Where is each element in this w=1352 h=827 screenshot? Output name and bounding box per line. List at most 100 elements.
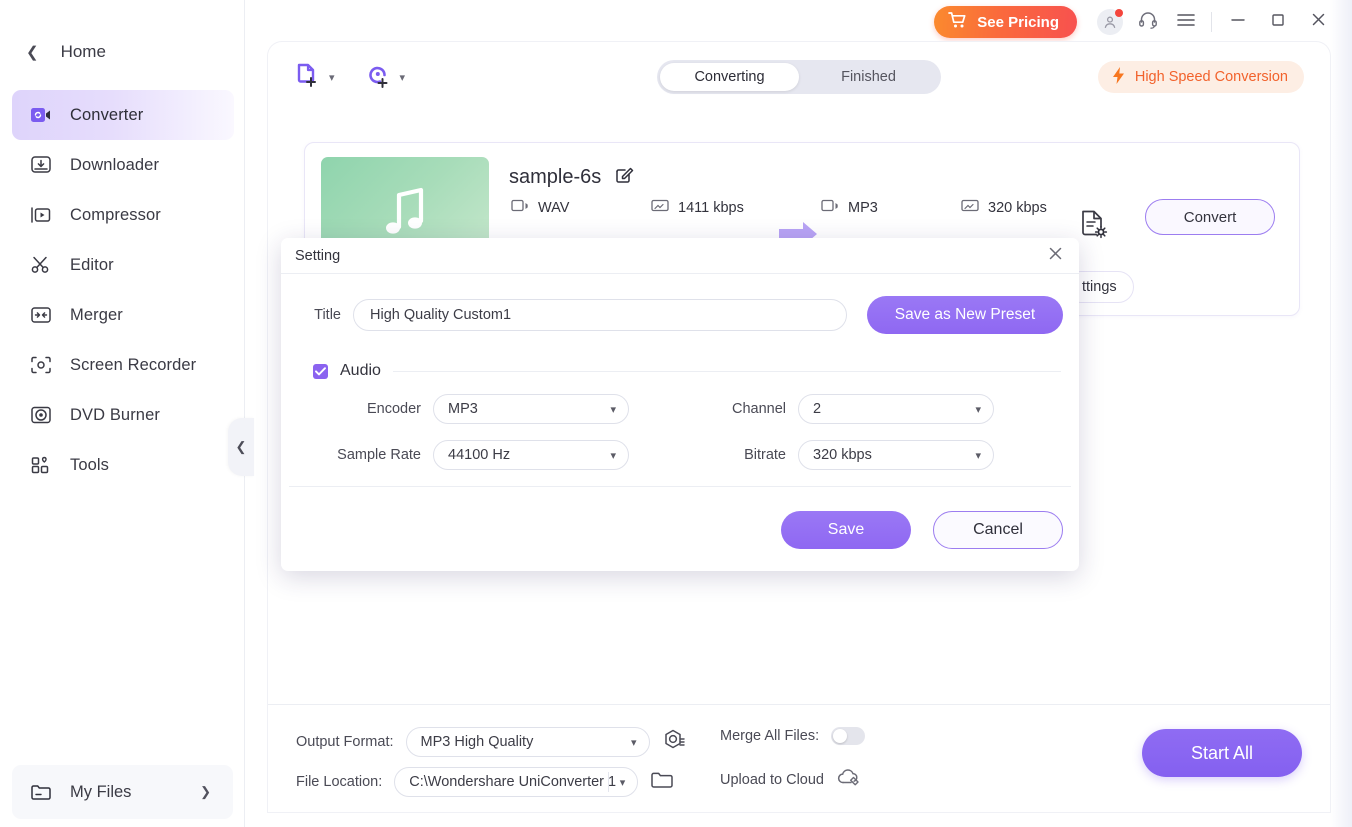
sidebar: ❮ Home Converter Downloader Compressor E… [0,0,245,827]
sample-rate-select[interactable]: 44100 Hz ▾ [433,440,629,470]
dialog-actions: Save Cancel [781,511,1063,549]
settings-pill-label: ttings [1082,279,1117,295]
output-format-select[interactable]: MP3 High Quality ▾ [405,727,650,757]
add-disc-button[interactable]: ▾ [365,61,405,94]
file-location-select[interactable]: C:\Wondershare UniConverter 1 ▾ [394,767,639,797]
sidebar-item-merger[interactable]: Merger [12,290,234,340]
chevron-down-icon: ▾ [630,736,637,749]
sidebar-item-tools[interactable]: Tools [12,440,234,490]
maximize-button[interactable] [1258,3,1298,41]
sidebar-item-label: Downloader [70,155,160,174]
channel-field: Channel 2 ▾ [662,394,1037,424]
home-nav[interactable]: ❮ Home [0,30,244,74]
encoder-select[interactable]: MP3 ▾ [433,394,629,424]
sample-rate-label: Sample Rate [337,447,421,463]
chevron-down-icon: ▾ [329,71,335,84]
app-window: ❮ Home Converter Downloader Compressor E… [0,0,1352,827]
audio-section-label: Audio [340,362,381,379]
video-box-icon [511,199,529,216]
start-all-label: Start All [1190,742,1254,763]
maximize-icon [1270,12,1286,33]
sidebar-item-label: DVD Burner [70,405,160,424]
sidebar-item-downloader[interactable]: Downloader [12,140,234,190]
tab-converting[interactable]: Converting [660,63,799,91]
sidebar-item-dvd-burner[interactable]: DVD Burner [12,390,234,440]
chevron-left-icon: ❮ [26,43,39,61]
title-input[interactable] [353,299,847,331]
save-as-new-preset-button[interactable]: Save as New Preset [867,296,1063,334]
cancel-button[interactable]: Cancel [933,511,1063,549]
add-file-icon [294,61,322,94]
file-name: sample-6s [509,166,602,188]
add-files-button[interactable]: ▾ [294,61,335,94]
output-gear-icon[interactable] [662,728,686,757]
sidebar-collapse-handle[interactable]: ❮ [228,418,254,476]
close-button[interactable] [1298,3,1338,41]
upload-to-cloud-row[interactable]: Upload to Cloud [720,767,862,792]
grid-icon [30,454,52,476]
sidebar-item-screen-recorder[interactable]: Screen Recorder [12,340,234,390]
title-field-label: Title [314,307,341,323]
scissors-icon [30,254,52,276]
high-speed-conversion-badge[interactable]: High Speed Conversion [1097,61,1304,93]
select-divider [608,772,610,792]
merge-all-files-toggle[interactable] [831,727,866,745]
channel-value: 2 [813,401,822,417]
sidebar-item-label: Converter [70,105,144,124]
chevron-down-icon: ▾ [610,403,616,416]
music-note-icon [379,183,431,244]
convert-label: Convert [1183,208,1237,226]
video-box-icon [821,199,839,216]
save-button[interactable]: Save [781,511,911,549]
see-pricing-button[interactable]: See Pricing [934,6,1077,38]
dialog-header: Setting [281,238,1079,274]
file-settings-icon[interactable] [1077,207,1111,248]
status-tabs: Converting Finished [657,60,941,94]
sidebar-item-label: Screen Recorder [70,355,197,374]
bitrate-label: Bitrate [744,447,786,463]
start-all-button[interactable]: Start All [1142,729,1302,777]
resolution-icon [961,199,979,216]
hamburger-icon [1176,12,1196,33]
minimize-button[interactable] [1218,3,1258,41]
support-button[interactable] [1129,3,1167,41]
save-label: Save [827,521,865,538]
cart-icon [948,11,968,33]
chevron-down-icon: ▾ [975,403,981,416]
title-bar: See Pricing [934,0,1352,44]
sidebar-item-converter[interactable]: Converter [12,90,234,140]
sidebar-item-editor[interactable]: Editor [12,240,234,290]
my-files-label: My Files [70,782,132,801]
sidebar-item-my-files[interactable]: My Files ❯ [12,765,233,819]
folder-icon [30,781,52,803]
dialog-close-button[interactable] [1043,244,1067,268]
toggle-knob [833,729,848,743]
channel-select[interactable]: 2 ▾ [798,394,994,424]
high-speed-label: High Speed Conversion [1134,69,1288,85]
tab-finished[interactable]: Finished [799,63,938,91]
close-icon [1047,245,1064,267]
cloud-upload-icon[interactable] [836,767,862,792]
right-edge-glow [1330,0,1352,827]
resolution-icon [651,199,669,216]
edit-pencil-icon[interactable] [614,165,634,190]
audio-checkbox[interactable] [313,363,328,379]
tab-label: Finished [841,69,896,85]
account-button[interactable] [1091,3,1129,41]
sidebar-item-compressor[interactable]: Compressor [12,190,234,240]
file-location-label: File Location: [296,774,383,790]
dialog-title: Setting [295,247,341,264]
bitrate-select[interactable]: 320 kbps ▾ [798,440,994,470]
menu-button[interactable] [1167,3,1205,41]
setting-dialog: Setting Title Save as New Preset Audio [281,238,1079,571]
sample-rate-value: 44100 Hz [448,447,511,463]
convert-button[interactable]: Convert [1145,199,1275,235]
minimize-icon [1230,13,1246,31]
sample-rate-field: Sample Rate 44100 Hz ▾ [297,440,662,470]
file-location-value: C:\Wondershare UniConverter 1 [409,774,617,790]
content-toolbar: ▾ ▾ Converting Finished High Speed Conve… [268,42,1330,112]
merge-all-files-label: Merge All Files: [720,728,820,744]
chevron-down-icon: ▾ [975,449,981,462]
disc-icon [30,404,52,426]
folder-open-icon[interactable] [650,770,674,795]
